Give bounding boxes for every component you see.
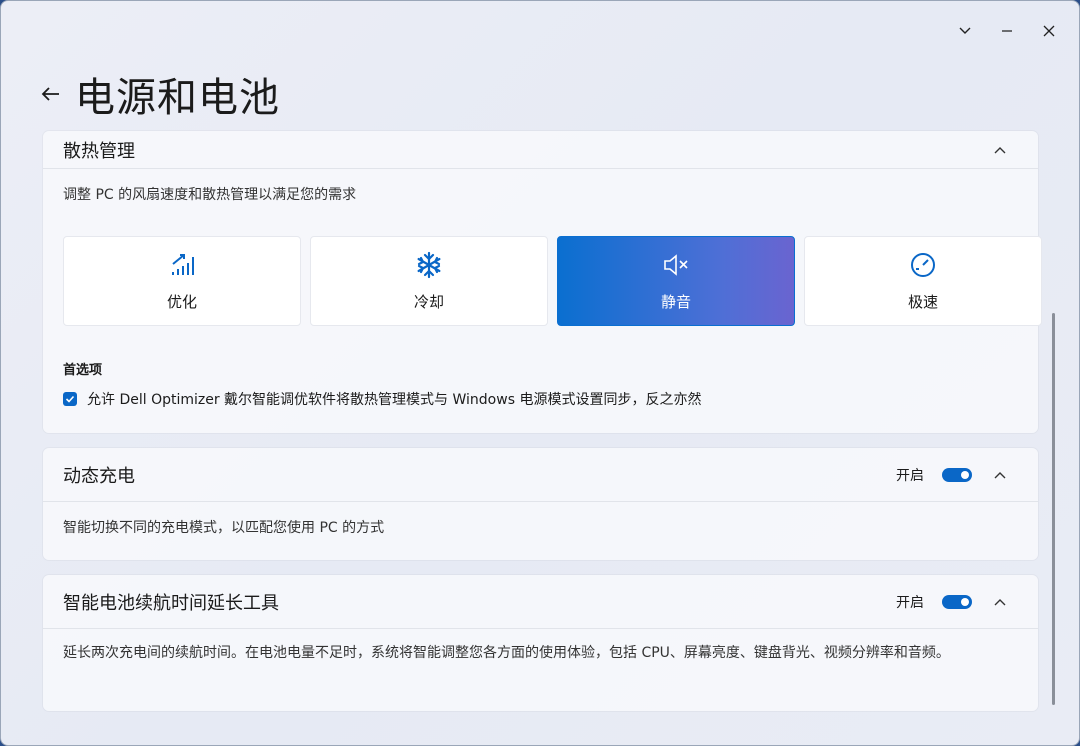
chevron-up-icon: [994, 471, 1006, 478]
close-icon: [1043, 25, 1055, 37]
mode-optimized-button[interactable]: 优化: [63, 236, 301, 326]
thermal-management-card: 散热管理 调整 PC 的风扇速度和散热管理以满足您的需求 优化 冷却 静音 极速…: [43, 131, 1042, 433]
close-button[interactable]: [1039, 19, 1059, 43]
chevron-up-icon: [994, 598, 1006, 605]
back-arrow-icon: [41, 87, 59, 101]
minimize-icon: [1002, 30, 1012, 32]
dynamic-header-controls: 开启: [896, 463, 1018, 487]
mode-performance-button[interactable]: 极速: [804, 236, 1042, 326]
extender-header-controls: 开启: [896, 590, 1018, 614]
mode-label: 极速: [907, 292, 938, 311]
sync-checkbox-label: 允许 Dell Optimizer 戴尔智能调优软件将散热管理模式与 Windo…: [87, 392, 702, 408]
checkmark-icon: [65, 395, 75, 403]
vertical-scrollbar[interactable]: [1052, 313, 1055, 705]
extender-card-header[interactable]: 智能电池续航时间延长工具 开启: [43, 575, 1038, 629]
dynamic-charging-toggle[interactable]: [942, 467, 972, 482]
collapse-button[interactable]: [982, 590, 1018, 614]
extender-description: 延长两次充电间的续航时间。在电池电量不足时，系统将智能调整您各方面的使用体验，包…: [63, 645, 950, 661]
back-button[interactable]: [41, 80, 63, 108]
mode-label: 冷却: [413, 292, 444, 311]
dynamic-card-header[interactable]: 动态充电 开启: [43, 448, 1038, 502]
dynamic-charging-card: 动态充电 开启 智能切换不同的充电模式，以匹配您使用 PC 的方式: [43, 448, 1038, 560]
settings-window: 电源和电池 散热管理 调整 PC 的风扇速度和散热管理以满足您的需求 优化 冷却…: [0, 0, 1080, 746]
chevron-down-icon: [959, 27, 971, 34]
toggle-state-label: 开启: [896, 467, 924, 484]
toggle-state-label: 开启: [896, 594, 924, 611]
battery-extender-toggle[interactable]: [942, 594, 972, 609]
thermal-card-title: 散热管理: [63, 140, 135, 162]
page-header: 电源和电池: [41, 65, 280, 123]
mode-label: 优化: [166, 292, 197, 311]
mode-label: 静音: [660, 292, 691, 311]
extender-card-title: 智能电池续航时间延长工具: [63, 592, 279, 614]
sync-checkbox[interactable]: [63, 392, 77, 406]
sync-option-row: 允许 Dell Optimizer 戴尔智能调优软件将散热管理模式与 Windo…: [63, 389, 701, 409]
preferences-heading: 首选项: [63, 363, 103, 378]
dropdown-button[interactable]: [955, 19, 975, 43]
speedometer-icon: [909, 251, 937, 279]
mode-quiet-button[interactable]: 静音: [557, 236, 795, 326]
collapse-button[interactable]: [982, 463, 1018, 487]
dynamic-card-title: 动态充电: [63, 465, 135, 487]
mode-cool-button[interactable]: 冷却: [310, 236, 548, 326]
speaker-mute-icon: [661, 251, 691, 279]
thermal-description: 调整 PC 的风扇速度和散热管理以满足您的需求: [63, 187, 357, 203]
thermal-card-header[interactable]: 散热管理: [43, 131, 1038, 169]
chevron-up-icon: [994, 146, 1006, 153]
snowflake-icon: [415, 251, 443, 279]
title-bar-controls: [955, 19, 1059, 43]
minimize-button[interactable]: [997, 19, 1017, 43]
page-title: 电源和电池: [75, 75, 280, 121]
thermal-mode-group: 优化 冷却 静音 极速: [63, 236, 1042, 326]
battery-extender-card: 智能电池续航时间延长工具 开启 延长两次充电间的续航时间。在电池电量不足时，系统…: [43, 575, 1038, 711]
collapse-button[interactable]: [982, 138, 1018, 162]
signal-bars-icon: [168, 251, 196, 279]
dynamic-description: 智能切换不同的充电模式，以匹配您使用 PC 的方式: [63, 520, 385, 536]
